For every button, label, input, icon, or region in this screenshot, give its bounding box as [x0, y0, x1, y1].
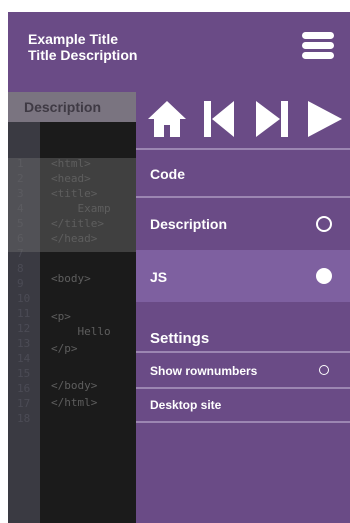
- skip-next-icon[interactable]: [256, 101, 288, 137]
- code-line: </html>: [51, 396, 98, 409]
- home-icon[interactable]: [148, 101, 186, 137]
- skip-previous-icon[interactable]: [204, 101, 234, 137]
- js-radio[interactable]: [316, 268, 332, 284]
- code-line: Hello: [51, 325, 111, 338]
- line-number: 15: [17, 367, 31, 380]
- hamburger-menu-icon[interactable]: [302, 30, 334, 62]
- code-line: <html>: [51, 157, 91, 170]
- line-number: 16: [17, 382, 31, 395]
- title-block: Example Title Title Description: [28, 31, 137, 63]
- line-number: 11: [17, 307, 31, 320]
- line-number: 12: [17, 322, 31, 335]
- code-line: Examp: [51, 202, 111, 215]
- line-number: 10: [17, 292, 31, 305]
- code-line: <p>: [51, 310, 71, 323]
- page-subtitle: Title Description: [28, 47, 138, 63]
- hamburger-bar: [302, 52, 334, 59]
- setting-desktop-site[interactable]: Desktop site: [136, 389, 350, 421]
- line-number: 18: [17, 412, 31, 425]
- hamburger-bar: [302, 42, 334, 49]
- code-line: <head>: [51, 172, 91, 185]
- menu-item-label: JS: [150, 269, 168, 285]
- hamburger-bar: [302, 32, 334, 39]
- setting-label: Show rownumbers: [150, 364, 258, 378]
- setting-label: Desktop site: [150, 398, 222, 412]
- line-number: 17: [17, 397, 31, 410]
- menu-item-description[interactable]: Description: [136, 198, 350, 250]
- line-number: 14: [17, 352, 31, 365]
- code-line: <body>: [51, 272, 91, 285]
- menu-item-js[interactable]: JS: [136, 250, 350, 302]
- line-number: 8: [17, 262, 24, 275]
- description-radio[interactable]: [316, 216, 332, 232]
- code-line: </body>: [51, 379, 98, 392]
- separator: [136, 421, 350, 423]
- settings-heading: Settings: [150, 330, 210, 347]
- menu-item-code[interactable]: Code: [136, 150, 350, 196]
- header: Example Title Title Description: [8, 12, 350, 86]
- code-line: </p>: [51, 342, 78, 355]
- code-line: <title>: [51, 187, 98, 200]
- line-number: 9: [17, 277, 24, 290]
- page-title: Example Title: [28, 31, 119, 47]
- app-frame: Example Title Title Description Descript…: [8, 12, 350, 523]
- menu-panel: Code Description JS Settings Show rownum…: [136, 86, 350, 523]
- menu-item-label: Code: [150, 166, 185, 182]
- code-line: </title>: [51, 217, 104, 230]
- setting-show-rownumbers[interactable]: Show rownumbers: [136, 353, 350, 387]
- line-number: 13: [17, 337, 31, 350]
- code-line: </head>: [51, 232, 98, 245]
- control-bar: [136, 86, 350, 148]
- play-icon[interactable]: [308, 101, 342, 137]
- show-rownumbers-radio[interactable]: [319, 365, 329, 375]
- menu-item-label: Description: [150, 216, 228, 232]
- description-tab[interactable]: Description: [8, 92, 136, 122]
